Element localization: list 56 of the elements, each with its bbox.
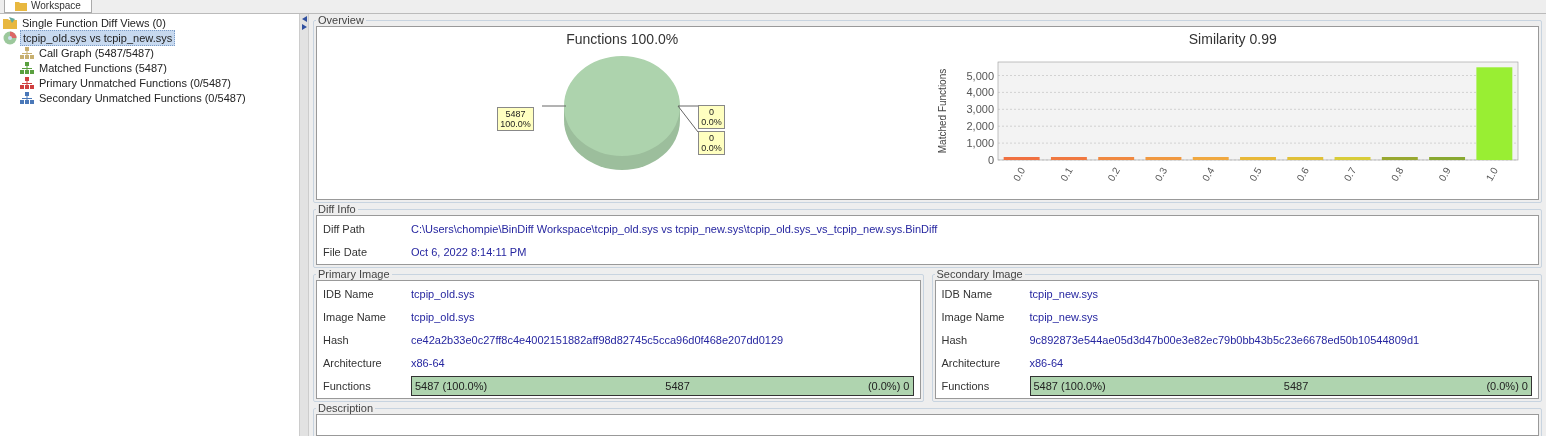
chart-title: Similarity 0.99	[1188, 31, 1277, 48]
field-label: IDB Name	[323, 287, 375, 300]
field-value: ce42a2b33e0c27ff8c4e4002151882aff98d82745c5cca96d0f468e207dd0129	[411, 333, 784, 346]
axis-tick-label: 3,000	[966, 103, 994, 116]
field-label: File Date	[323, 245, 369, 258]
field-value: tcpip_old.sys	[411, 287, 475, 300]
field-label: Functions	[941, 379, 991, 392]
field-label: Functions	[323, 379, 372, 392]
axis-tick-label: 0.9	[1436, 165, 1453, 184]
axis-tick-label: 0.5	[1247, 165, 1264, 184]
axis-tick-label: 0.1	[1057, 165, 1075, 184]
bar-text: 5487 (100.0%)	[1033, 379, 1106, 392]
field-value: tcpip_old.sys	[411, 310, 475, 323]
bar-text: (0.0%) 0	[1486, 379, 1528, 392]
field-label: Hash	[941, 333, 969, 346]
field-label: IDB Name	[941, 287, 994, 300]
axis-tick-label: 5,000	[966, 69, 994, 82]
pie-label: 0 0.0%	[698, 131, 725, 155]
field-label: Image Name	[941, 310, 1006, 323]
axis-tick-label: 0.2	[1105, 165, 1122, 184]
axis-tick-label: 1.0	[1483, 165, 1500, 184]
bar-text: 5487	[1283, 379, 1309, 392]
field-label: Architecture	[941, 356, 1002, 369]
field-label: Diff Path	[323, 222, 366, 235]
axis-tick-label: 1,000	[966, 137, 994, 150]
field-label: Architecture	[323, 356, 383, 369]
axis-tick-label: 0.8	[1388, 165, 1406, 184]
pie-label: 5487 100.0%	[497, 107, 534, 131]
field-value: x86-64	[411, 356, 445, 369]
group-title: Overview	[317, 14, 365, 26]
axis-tick-label: 0	[987, 154, 994, 166]
group-title: Description	[317, 402, 375, 414]
axis-tick-label: 0.7	[1341, 165, 1359, 184]
field-label: Hash	[323, 333, 350, 346]
group-title: Diff Info	[317, 203, 357, 215]
axis-tick-label: 0.3	[1152, 165, 1169, 184]
chart-title: Functions 100.0%	[566, 31, 679, 48]
field-label: Image Name	[323, 310, 387, 323]
axis-tick-label: 0.6	[1294, 165, 1311, 184]
axis-tick-label: 4,000	[966, 86, 994, 99]
axis-tick-label: 0.0	[1010, 165, 1028, 184]
field-value: tcpip_new.sys	[1029, 310, 1098, 323]
field-value: tcpip_new.sys	[1029, 287, 1098, 300]
axis-tick-label: 0.4	[1199, 165, 1217, 184]
bar-text: (0.0%) 0	[867, 379, 910, 392]
group-title: Secondary Image	[935, 268, 1024, 280]
bar-text: 5487	[665, 379, 690, 392]
bar-text: 5487 (100.0%)	[415, 379, 488, 392]
pie-label: 0 0.0%	[698, 105, 725, 129]
axis-tick-label: 2,000	[966, 120, 994, 133]
field-value: C:\Users\chompie\BinDiff Workspace\tcpip_old.sys vs tcpip_new.sys\tcpip_old.sys_vs_tcpip_new.sys.BinDiff	[411, 222, 938, 235]
axis-title: Matched Functions	[936, 68, 948, 154]
group-title: Primary Image	[317, 268, 391, 280]
field-value: 9c892873e544ae05d3d47b00e3e82ec79b0bb43b5c23e6678ed50b10544809d1	[1029, 333, 1420, 346]
field-value: x86-64	[1029, 356, 1064, 369]
field-value: Oct 6, 2022 8:14:11 PM	[411, 245, 527, 258]
